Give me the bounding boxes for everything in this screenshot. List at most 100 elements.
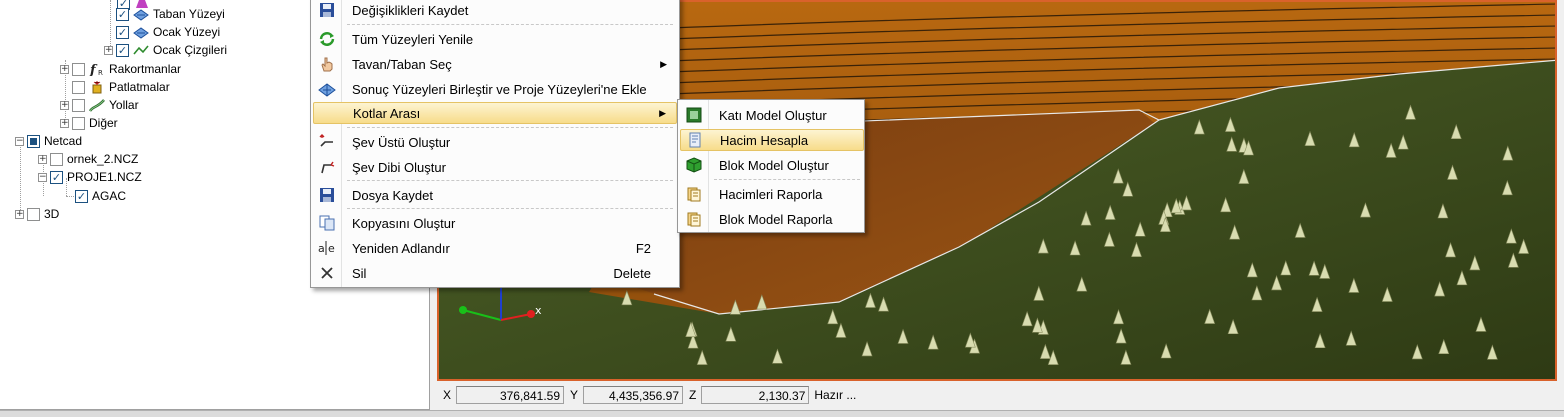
menu-item-select-roof-floor[interactable]: Tavan/Taban Seç ▶ [313,53,677,75]
tree-item-label: Taban Yüzeyi [153,7,225,21]
svg-text:f: f [89,63,98,76]
road-icon [88,98,105,112]
submenu-item-report-volumes[interactable]: Hacimleri Raporla [680,183,864,205]
menu-item-label: Sil [352,265,367,281]
submenu-item-solid-model[interactable]: Katı Model Oluştur [680,104,864,126]
menu-item-label: Dosya Kaydet [352,187,433,203]
tree-checkbox[interactable] [27,207,40,221]
tree-checkbox[interactable] [72,116,85,130]
tree-item-patlatmalar[interactable]: Patlatmalar [60,78,170,96]
expand-icon[interactable]: + [38,154,47,164]
tree-checkbox[interactable]: ✓ [116,7,129,21]
tree-item-label: Patlatmalar [109,80,170,94]
menu-item-refresh-surfaces[interactable]: Tüm Yüzeyleri Yenile [313,28,677,50]
tree-item-label: Ocak Çizgileri [153,43,228,57]
z-label: Z [689,388,697,402]
menu-item-delete[interactable]: Sil Delete [313,262,677,284]
menu-item-rename[interactable]: ae Yeniden Adlandır F2 [313,237,677,259]
copy-icon [317,214,337,232]
tree-item-ocak-cizgileri[interactable]: + ✓ Ocak Çizgileri [104,41,227,59]
tree-item-yollar[interactable]: + Yollar [60,96,139,114]
menu-item-slope-bottom[interactable]: Şev Dibi Oluştur [313,156,677,178]
volume-calc-icon [685,131,705,149]
tree-item-3d[interactable]: + 3D [15,205,59,223]
kotlar-arasi-submenu: Katı Model Oluştur Hacim Hesapla Blok Mo… [677,99,865,233]
delete-icon [317,264,337,282]
z-coordinate-value: 2,130.37 [701,386,810,404]
menu-item-save-changes[interactable]: Değişiklikleri Kaydet [313,0,677,21]
submenu-item-block-model[interactable]: Blok Model Oluştur [680,154,864,176]
blast-icon [89,80,105,94]
collapse-icon[interactable]: − [15,136,24,146]
submenu-item-label: Blok Model Raporla [719,211,833,227]
bottom-tab-strip [0,410,1564,417]
tree-item-agac[interactable]: ✓ AGAC [75,187,126,205]
expand-icon[interactable]: + [60,64,69,74]
expand-icon[interactable]: + [15,209,24,219]
svg-text:e: e [328,242,335,255]
menu-item-label: Şev Üstü Oluştur [352,134,451,150]
report-icon [684,210,704,228]
expand-icon[interactable]: + [60,118,69,128]
tree-checkbox[interactable]: ✓ [116,25,129,39]
tree-checkbox[interactable] [72,98,85,112]
tree-item-label: Netcad [44,134,83,148]
expand-icon[interactable]: + [104,45,113,55]
solid-model-icon [684,106,704,124]
app-root: ✓ ✓ Taban Yüzeyi ✓ Ocak Yüzeyi + ✓ Ocak … [0,0,1564,417]
svg-text:x: x [535,304,542,317]
submenu-item-report-block-model[interactable]: Blok Model Raporla [680,208,864,230]
menu-item-copy[interactable]: Kopyasını Oluştur [313,212,677,234]
tree-item-ornek2[interactable]: + ornek_2.NCZ [38,150,138,168]
menu-item-slope-top[interactable]: Şev Üstü Oluştur [313,131,677,153]
expand-icon[interactable]: + [60,100,69,110]
polyline-icon [133,43,149,57]
menu-item-label: Değişiklikleri Kaydet [352,2,469,18]
tree-item-ocak-yuzeyi[interactable]: ✓ Ocak Yüzeyi [104,23,220,41]
shortcut-label: F2 [635,240,651,256]
tree-item-netcad[interactable]: − Netcad [15,132,82,150]
y-coordinate-value: 4,435,356.97 [583,386,684,404]
menu-item-label: Kopyasını Oluştur [352,215,456,231]
refresh-icon [317,30,337,48]
tree-checkbox[interactable] [27,134,40,148]
menu-item-label: Tavan/Taban Seç [352,56,452,72]
surface-icon [133,7,149,21]
tree-item-taban-yuzeyi[interactable]: ✓ Taban Yüzeyi [104,5,225,23]
tree-item-label: Yollar [109,98,139,112]
submenu-item-label: Katı Model Oluştur [719,107,827,123]
tree-checkbox[interactable]: ✓ [50,170,63,184]
status-message: Hazır ... [814,388,857,402]
svg-text:R: R [98,69,103,76]
tree-checkbox[interactable]: ✓ [75,189,88,203]
block-model-icon [684,156,704,174]
menu-item-label: Şev Dibi Oluştur [352,159,446,175]
submenu-item-label: Blok Model Oluştur [719,157,829,173]
collapse-icon[interactable]: − [38,172,47,182]
menu-item-merge-surfaces[interactable]: Sonuç Yüzeyleri Birleştir ve Proje Yüzey… [313,78,677,100]
tree-checkbox[interactable]: ✓ [116,43,129,57]
tree-checkbox[interactable] [72,62,85,76]
tree-item-rakortmanlar[interactable]: + fR Rakortmanlar [60,60,181,78]
tree-item-proje1[interactable]: − ✓ PROJE1.NCZ [38,168,142,186]
tree-item-label: Rakortmanlar [109,62,182,76]
submenu-item-label: Hacimleri Raporla [719,186,823,202]
function-icon: fR [89,62,105,78]
tree-checkbox[interactable] [72,80,85,94]
merge-surfaces-icon [317,80,337,98]
tree-item-diger[interactable]: + Diğer [60,114,118,132]
tree-item-label: Diğer [89,116,118,130]
tree-checkbox[interactable] [50,152,63,166]
menu-item-label: Sonuç Yüzeyleri Birleştir ve Proje Yüzey… [352,81,647,97]
submenu-arrow-icon: ▶ [660,58,667,69]
tree-item-label: AGAC [92,189,127,203]
slope-bottom-icon [317,158,337,176]
menu-item-save-file[interactable]: Dosya Kaydet [313,184,677,206]
submenu-arrow-icon: ▶ [659,107,666,118]
save-icon [317,1,337,19]
surface-icon [133,25,149,39]
shortcut-label: Delete [613,265,651,281]
menu-item-kotlar-arasi[interactable]: Kotlar Arası ▶ [313,102,677,124]
slope-top-icon [317,133,337,151]
submenu-item-volume-calc[interactable]: Hacim Hesapla [680,129,864,151]
